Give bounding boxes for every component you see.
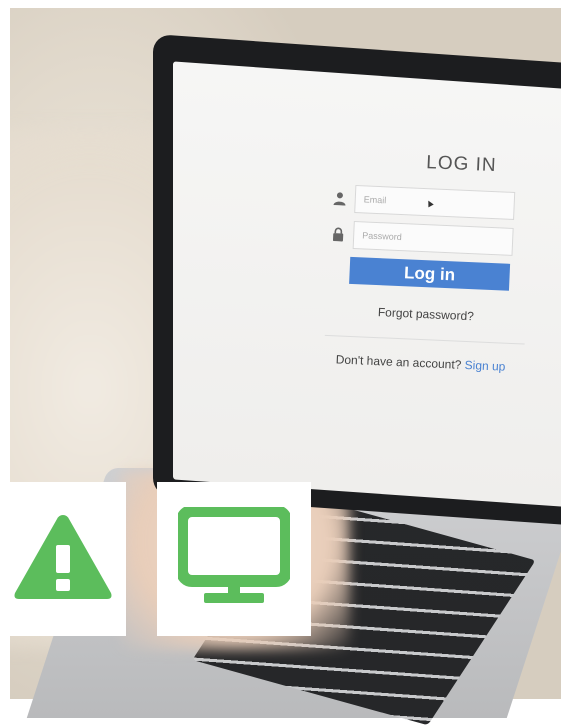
email-field[interactable]: Email [354,185,516,220]
login-button[interactable]: Log in [349,256,511,291]
forgot-password-link[interactable]: Forgot password? [378,305,536,326]
monitor-icon [176,504,292,612]
lock-icon [329,225,348,244]
warning-tile [0,482,126,636]
email-placeholder: Email [363,194,387,206]
warning-icon [11,511,115,608]
monitor-tile [157,482,311,636]
login-form: LOG IN Email Password Log in Forgot pass… [323,148,542,375]
password-placeholder: Password [361,230,402,243]
email-row: Email [330,184,541,221]
password-row: Password [329,220,540,257]
signup-link[interactable]: Sign up [464,358,505,374]
divider [324,334,525,345]
user-icon [330,189,349,208]
password-field[interactable]: Password [352,220,514,256]
